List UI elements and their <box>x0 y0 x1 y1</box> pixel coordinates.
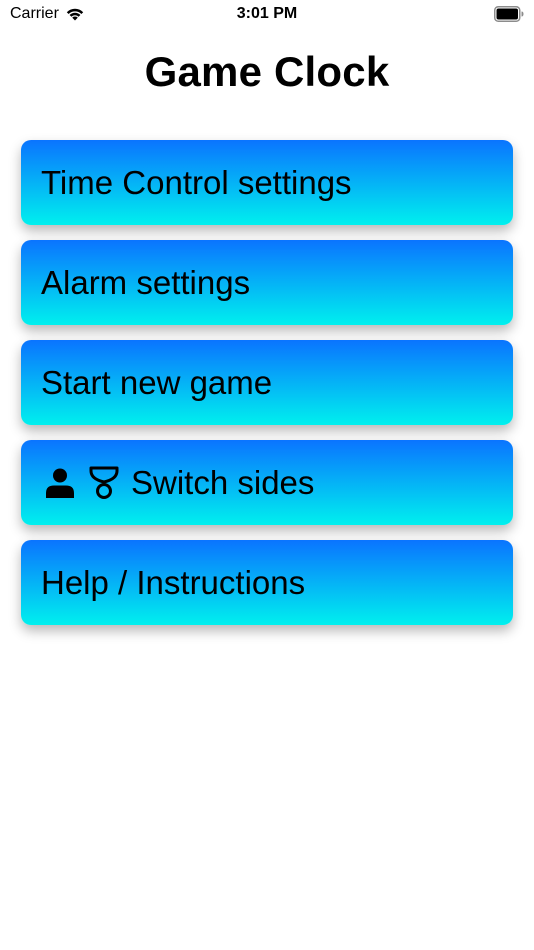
help-instructions-button[interactable]: Help / Instructions <box>21 540 513 625</box>
main-menu: Time Control settings Alarm settings Sta… <box>21 140 513 640</box>
person-icon <box>46 468 74 498</box>
timer-icon <box>89 466 119 499</box>
switch-sides-button[interactable]: Switch sides <box>21 440 513 525</box>
alarm-settings-button[interactable]: Alarm settings <box>21 240 513 325</box>
time-control-settings-button[interactable]: Time Control settings <box>21 140 513 225</box>
switch-sides-icons <box>45 466 119 500</box>
battery-icon <box>494 6 524 22</box>
menu-item-label: Help / Instructions <box>41 563 306 601</box>
menu-item-label: Alarm settings <box>41 263 251 301</box>
page-title: Game Clock <box>144 48 390 95</box>
status-time: 3:01 PM <box>236 5 298 22</box>
menu-item-label: Start new game <box>41 363 273 401</box>
menu-item-label: Switch sides <box>131 463 315 501</box>
menu-item-label: Time Control settings <box>41 163 352 201</box>
start-new-game-button[interactable]: Start new game <box>21 340 513 425</box>
status-bar: Carrier 3:01 PM <box>0 0 534 30</box>
